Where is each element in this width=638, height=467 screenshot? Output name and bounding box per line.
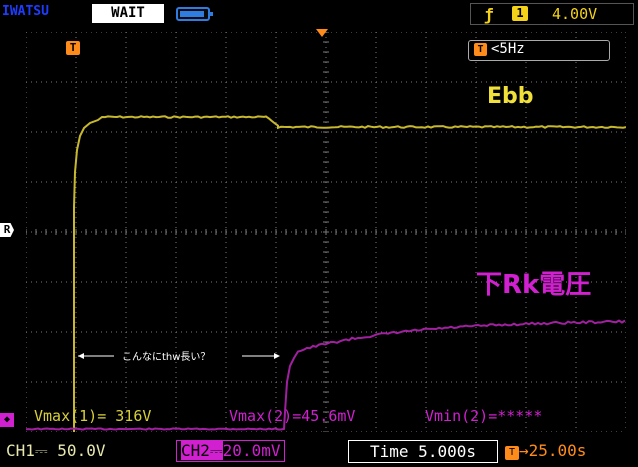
annotation-group: こんなにthw長い？ <box>78 351 280 363</box>
ch2-label-badge: CH2⎓ <box>181 441 223 460</box>
waveform-display[interactable] <box>26 32 626 432</box>
ch2-label: 下Rk電圧 <box>476 270 592 300</box>
trigger-offset[interactable]: T →25.00s <box>505 441 586 460</box>
timebase[interactable]: Time 5.000s <box>348 440 498 463</box>
battery-icon <box>176 7 213 21</box>
trigger-time-marker[interactable]: T <box>66 41 80 55</box>
trigger-position-marker[interactable] <box>316 29 328 37</box>
measurement-vmax-ch2: Vmax(2)=45.6mV <box>229 407 356 425</box>
annotation-text: こんなにthw長い？ <box>122 351 210 363</box>
frequency-readout-box <box>468 40 610 61</box>
brand-logo: IWATSU <box>2 4 49 19</box>
trigger-icon: T <box>474 43 487 56</box>
ch1-scale[interactable]: CH1⎓ 50.0V <box>6 441 105 461</box>
measurement-vmin-ch2: Vmin(2)=***** <box>425 407 543 425</box>
ch1-label: Ebb <box>487 84 534 109</box>
acquisition-mode: WAIT <box>92 4 164 23</box>
trigger-icon: T <box>505 446 519 460</box>
annotation-left-arrowhead <box>78 353 84 359</box>
measurement-vmax-ch1: Vmax(1)= 316V <box>34 407 152 425</box>
rising-edge-icon: ƒ <box>484 5 494 24</box>
annotation-right-arrowhead <box>274 353 280 359</box>
reference-marker[interactable]: R <box>0 223 14 237</box>
trigger-offset-value: →25.00s <box>519 441 587 460</box>
frequency-readout: <5Hz <box>491 41 525 57</box>
ch2-scale-value: 20.0mV <box>222 441 281 460</box>
trigger-channel-badge: 1 <box>512 6 528 21</box>
trigger-level: 4.00V <box>552 5 598 23</box>
ch2-scale[interactable]: CH2⎓20.0mV <box>176 440 286 462</box>
ch2-ground-marker[interactable]: ◆ <box>0 413 14 427</box>
graticule <box>26 32 626 432</box>
